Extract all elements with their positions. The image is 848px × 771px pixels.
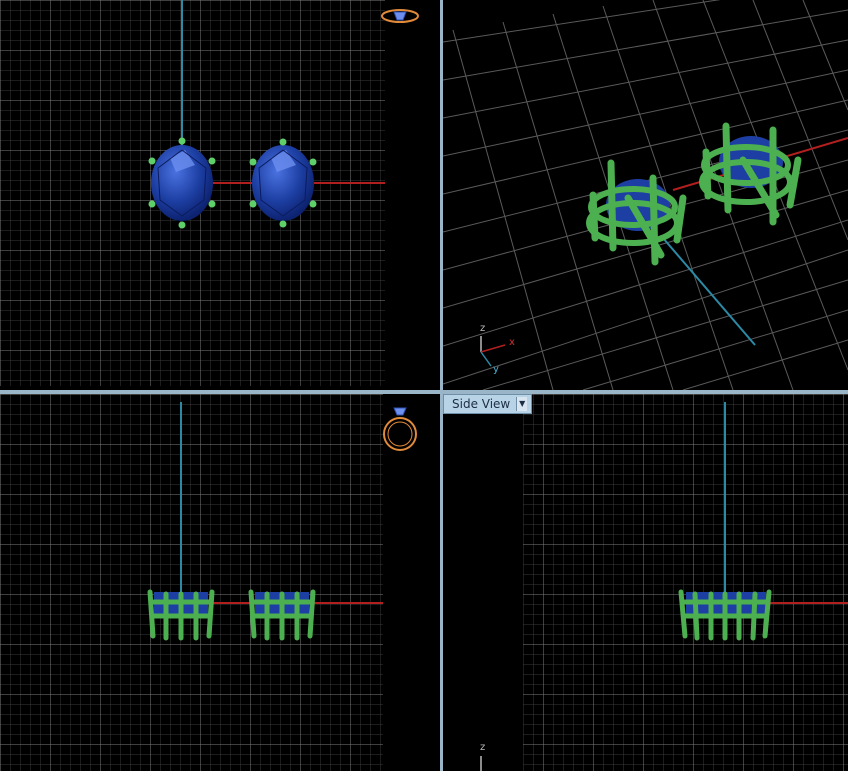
setting-right[interactable] (699, 122, 802, 226)
axis-triad (480, 336, 506, 367)
viewport-side[interactable]: Side View ▼ z (443, 394, 848, 771)
viewport-divider-vertical[interactable] (440, 0, 443, 771)
setting-side[interactable] (678, 589, 772, 641)
grid (523, 394, 848, 771)
viewport-divider-horizontal[interactable] (0, 390, 848, 394)
perspective-canvas (443, 0, 848, 390)
z-axis-label: z (480, 323, 486, 334)
z-axis-label: z (480, 742, 486, 753)
setting-left[interactable] (586, 159, 687, 266)
ring-front-icon[interactable] (383, 407, 417, 451)
y-axis-label: y (493, 364, 499, 375)
viewport-perspective[interactable]: z x y (443, 0, 848, 390)
viewport-top[interactable] (0, 0, 440, 390)
grid (0, 394, 383, 771)
view-name-label: Side View (452, 397, 511, 411)
front-view-canvas (0, 394, 417, 771)
side-view-canvas (480, 394, 848, 771)
x-axis-label: x (509, 337, 515, 348)
viewport-front[interactable] (0, 394, 440, 771)
y-axis-line (662, 237, 756, 346)
ring-top-icon[interactable] (381, 9, 419, 23)
view-name-dropdown[interactable]: Side View ▼ (443, 394, 533, 414)
chevron-down-icon[interactable]: ▼ (516, 397, 528, 411)
top-view-canvas (0, 0, 419, 386)
